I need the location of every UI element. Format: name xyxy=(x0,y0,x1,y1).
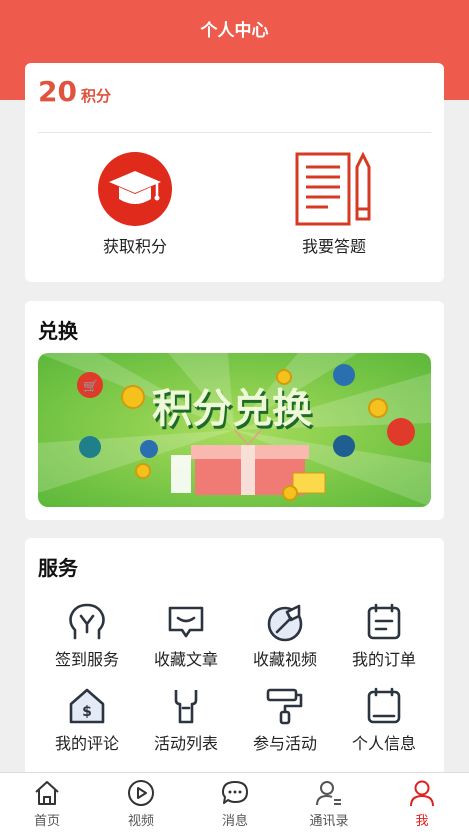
tab-label: 消息 xyxy=(221,814,248,829)
tab-home[interactable]: 首页 xyxy=(7,779,87,829)
tab-messages[interactable]: 消息 xyxy=(195,779,275,829)
graduation-cap-icon xyxy=(98,152,172,226)
service-label: 个人信息 xyxy=(351,734,416,753)
tab-contacts[interactable]: 通讯录 xyxy=(289,779,369,829)
services-card: 服务 签到服务 收藏文章 收藏视频 我的订单 $ 我的评论 活动列表 参与活动 … xyxy=(25,538,444,783)
user-icon xyxy=(410,780,434,807)
service-label: 我的订单 xyxy=(351,650,416,669)
page-title: 个人中心 xyxy=(200,21,269,41)
tab-label: 首页 xyxy=(33,814,60,829)
service-label: 活动列表 xyxy=(153,734,218,753)
service-label: 收藏文章 xyxy=(153,650,218,669)
banner-title: 积分兑换 xyxy=(152,386,312,432)
activity-list-button[interactable]: 活动列表 xyxy=(136,686,236,754)
notebook-icon xyxy=(367,687,401,724)
answer-quiz-button[interactable]: 我要答题 xyxy=(254,151,414,257)
points-card: 20 积分 获取积分 我要答题 xyxy=(25,63,444,282)
spanner-icon xyxy=(174,690,198,724)
clipboard-icon xyxy=(367,603,401,640)
service-label: 收藏视频 xyxy=(252,650,317,669)
tab-me[interactable]: 我 xyxy=(382,779,462,829)
my-orders-button[interactable]: 我的订单 xyxy=(334,602,434,670)
contacts-icon xyxy=(316,781,341,806)
points-exchange-banner[interactable]: 🛒 积分兑换 积分兑换 xyxy=(38,353,431,507)
home-icon xyxy=(35,781,59,805)
exchange-card: 兑换 🛒 积分兑换 积分兑换 xyxy=(25,301,444,520)
service-label: 我的评论 xyxy=(54,734,119,753)
svg-text:$: $ xyxy=(82,704,92,720)
service-label: 参与活动 xyxy=(252,734,317,753)
tab-video[interactable]: 视频 xyxy=(101,779,181,829)
cart-icon: 🛒 xyxy=(83,379,98,393)
tab-label: 通讯录 xyxy=(309,814,349,829)
wrench-circle-icon xyxy=(267,604,303,642)
bottom-tab-bar: 首页 视频 消息 通讯录 我 xyxy=(0,772,469,836)
my-comments-button[interactable]: $ 我的评论 xyxy=(37,686,137,754)
points-value: 20 xyxy=(38,75,77,108)
tab-label: 我 xyxy=(415,814,429,829)
play-circle-icon xyxy=(128,780,154,806)
get-points-button[interactable]: 获取积分 xyxy=(55,151,215,257)
services-title: 服务 xyxy=(38,556,78,580)
points-unit: 积分 xyxy=(80,87,111,105)
divider xyxy=(38,132,431,133)
badge-icon xyxy=(69,603,105,640)
favorite-articles-button[interactable]: 收藏文章 xyxy=(136,602,236,670)
house-dollar-icon: $ xyxy=(69,688,105,724)
get-points-label: 获取积分 xyxy=(102,237,167,256)
document-pencil-icon xyxy=(295,151,371,226)
exchange-title: 兑换 xyxy=(38,319,78,343)
tab-label: 视频 xyxy=(127,814,154,829)
paint-roller-icon xyxy=(266,688,303,725)
service-label: 签到服务 xyxy=(54,650,119,669)
points-summary: 20 积分 xyxy=(38,75,111,108)
favorite-videos-button[interactable]: 收藏视频 xyxy=(235,602,335,670)
chat-bubble-icon xyxy=(222,781,248,804)
personal-info-button[interactable]: 个人信息 xyxy=(334,686,434,754)
banner-image: 🛒 积分兑换 积分兑换 xyxy=(38,353,431,507)
answer-quiz-label: 我要答题 xyxy=(301,237,366,256)
join-activity-button[interactable]: 参与活动 xyxy=(235,686,335,754)
checkin-service-button[interactable]: 签到服务 xyxy=(37,602,137,670)
message-box-icon xyxy=(168,606,204,638)
